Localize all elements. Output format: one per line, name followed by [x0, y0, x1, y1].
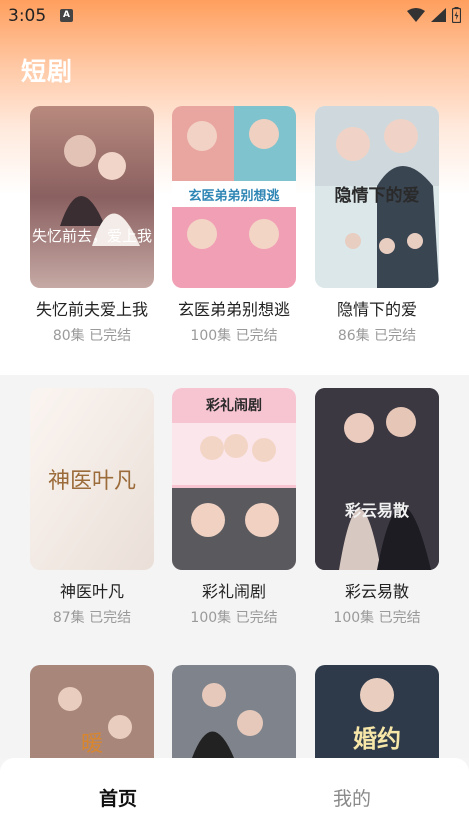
status-bar: 3:05 A: [0, 0, 469, 32]
drama-poster[interactable]: 婚约: [315, 665, 439, 758]
completion-status: 已完结: [89, 610, 132, 626]
poster-caption: 婚约: [353, 724, 401, 753]
drama-title: 失忆前夫爱上我: [35, 300, 148, 319]
completion-status: 已完结: [374, 328, 417, 344]
poster-caption: 暖: [81, 732, 103, 757]
status-time: 3:05: [8, 6, 47, 26]
drama-meta: 87集 已完结: [20, 607, 164, 627]
drama-poster[interactable]: 暖: [30, 665, 154, 758]
drama-title: 彩礼闹剧: [201, 582, 266, 601]
battery-icon: [452, 7, 461, 23]
drama-meta: 80集 已完结: [20, 325, 164, 345]
drama-poster[interactable]: 失忆前去，爱上我: [30, 106, 154, 288]
episode-count: 100集: [333, 610, 375, 626]
drama-poster[interactable]: 彩礼闹剧: [172, 388, 296, 570]
drama-meta: 86集 已完结: [305, 325, 449, 345]
poster-caption: 失忆前去，爱上我: [32, 227, 152, 245]
drama-poster[interactable]: [172, 665, 296, 758]
completion-status: 已完结: [235, 610, 278, 626]
wifi-icon: [407, 8, 425, 22]
notification-icon: A: [60, 9, 73, 22]
poster-caption: 彩礼闹剧: [205, 397, 262, 414]
status-icons: [407, 7, 461, 23]
page-title: 短剧: [21, 57, 74, 86]
episode-count: 86集: [337, 328, 370, 344]
nav-tab-home[interactable]: 首页: [99, 784, 137, 811]
drama-poster[interactable]: 彩云易散: [315, 388, 439, 570]
poster-caption: 彩云易散: [344, 501, 410, 520]
drama-title: 隐情下的爱: [336, 300, 417, 319]
drama-meta: 100集 已完结: [162, 607, 306, 627]
completion-status: 已完结: [378, 610, 421, 626]
completion-status: 已完结: [89, 328, 132, 344]
episode-count: 80集: [52, 328, 85, 344]
episode-count: 100集: [190, 610, 232, 626]
drama-poster[interactable]: 神医叶凡: [30, 388, 154, 570]
drama-title: 神医叶凡: [59, 582, 124, 601]
completion-status: 已完结: [235, 328, 278, 344]
drama-title: 玄医弟弟别想逃: [177, 300, 290, 319]
drama-meta: 100集 已完结: [305, 607, 449, 627]
nav-tab-mine[interactable]: 我的: [333, 784, 371, 811]
poster-caption: 玄医弟弟别想逃: [188, 188, 280, 204]
signal-icon: [431, 8, 446, 22]
drama-title: 彩云易散: [344, 582, 409, 601]
poster-caption: 神医叶凡: [48, 469, 136, 494]
drama-meta: 100集 已完结: [162, 325, 306, 345]
poster-caption: 隐情下的爱: [335, 185, 420, 206]
bottom-navigation: 首页 我的: [0, 758, 469, 833]
episode-count: 100集: [190, 328, 232, 344]
drama-poster[interactable]: 玄医弟弟别想逃: [172, 106, 296, 288]
drama-poster[interactable]: 隐情下的爱: [315, 106, 439, 288]
episode-count: 87集: [52, 610, 85, 626]
